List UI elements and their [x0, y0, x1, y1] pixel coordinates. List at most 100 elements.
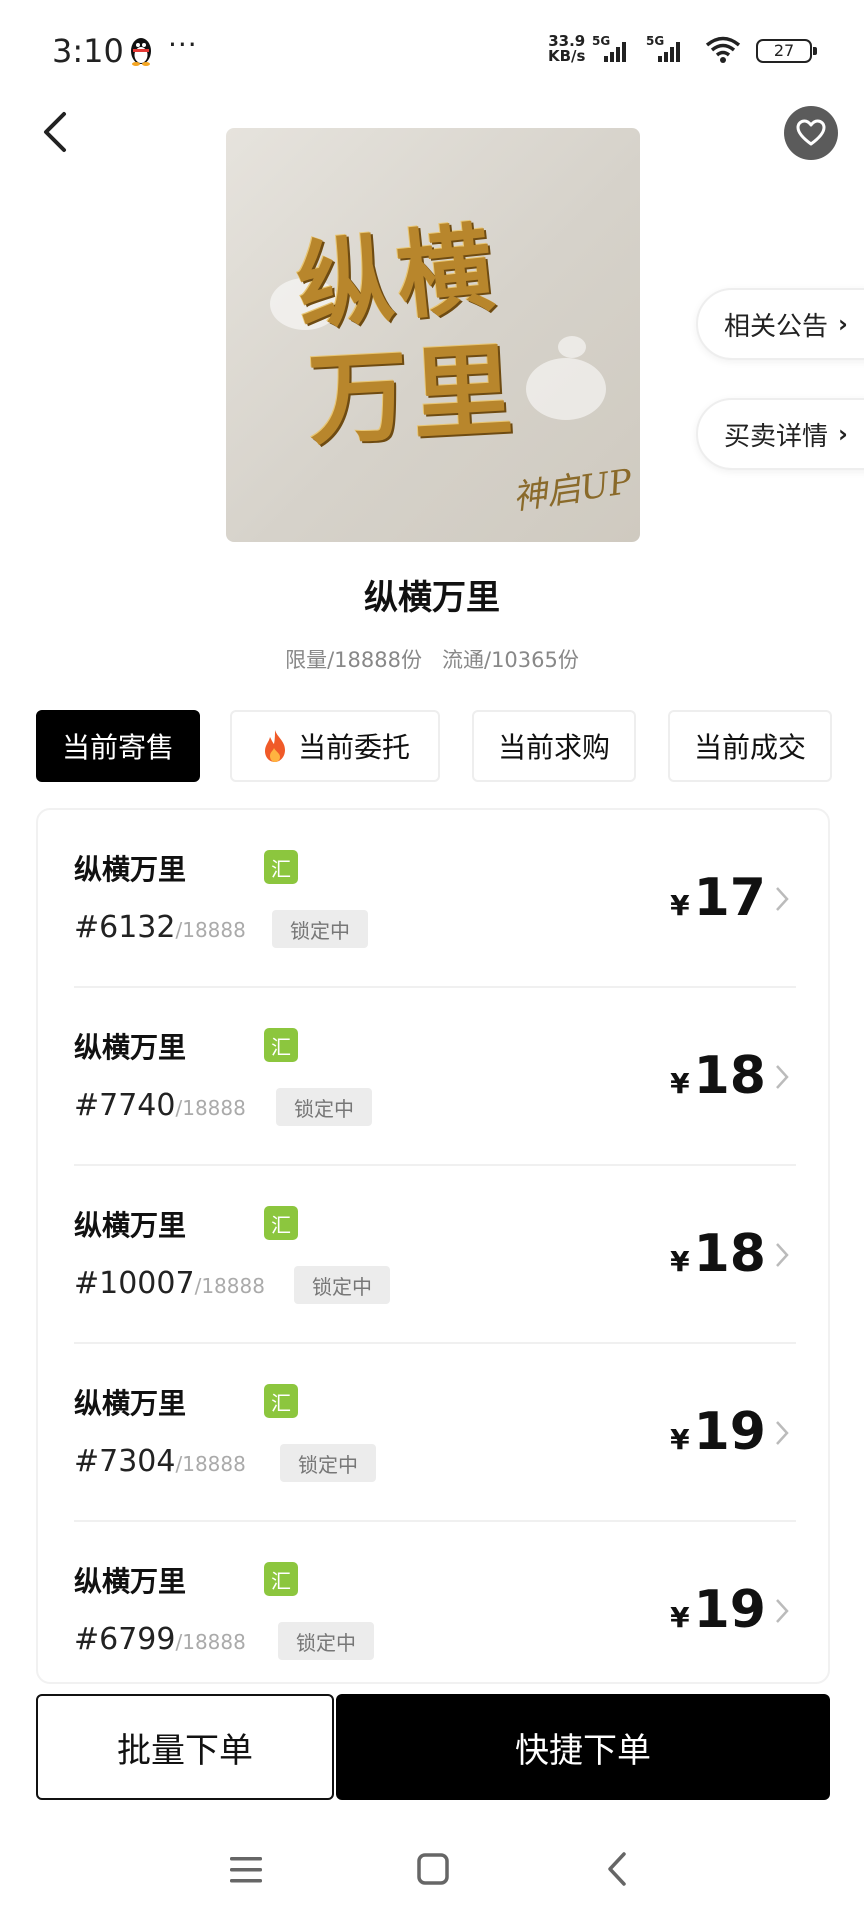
- listing-name: 纵横万里: [74, 1031, 187, 1064]
- listing-name: 纵横万里: [74, 1387, 187, 1420]
- network-type-label: 5G: [592, 34, 610, 48]
- system-nav-bar: [0, 1820, 864, 1920]
- favorite-button[interactable]: [784, 106, 838, 160]
- listing-row[interactable]: 纵横万里 汇 #7304/18888 锁定中 ¥19: [74, 1344, 796, 1522]
- hui-badge: 汇: [264, 1384, 298, 1418]
- listing-serial: #7740/18888: [74, 1088, 246, 1123]
- signal-icon: 5G: [646, 34, 680, 62]
- serial-total: /18888: [175, 1096, 246, 1120]
- network-speed: 33.9 KB/s: [548, 34, 585, 64]
- network-type-label: 5G: [646, 34, 664, 48]
- listing-list: 纵横万里 汇 #6132/18888 锁定中 ¥17 纵横万里 汇 #7740/…: [36, 808, 830, 1684]
- listing-row[interactable]: 纵横万里 汇 #6799/18888 锁定中 ¥19: [74, 1522, 796, 1682]
- currency-symbol: ¥: [670, 1423, 690, 1456]
- chevron-right-icon: [776, 1421, 789, 1445]
- serial-number: #10007: [74, 1266, 195, 1301]
- lock-status-badge: 锁定中: [272, 910, 368, 948]
- related-announcements-label: 相关公告: [724, 311, 829, 342]
- lock-status-badge: 锁定中: [280, 1444, 376, 1482]
- listing-price: ¥17: [670, 868, 766, 928]
- ink-splash-decoration: [526, 358, 606, 420]
- circulation-count: 流通/10365份: [442, 648, 579, 672]
- heart-icon: [796, 119, 826, 146]
- limit-count: 限量/18888份: [285, 648, 422, 672]
- listing-serial: #10007/18888: [74, 1266, 265, 1301]
- listing-name: 纵横万里: [74, 1209, 187, 1242]
- price-amount: 19: [693, 1402, 766, 1462]
- back-icon[interactable]: [604, 1850, 630, 1888]
- price-amount: 17: [693, 868, 766, 928]
- trade-details-button[interactable]: 买卖详情 ›: [696, 398, 864, 470]
- collection-cover-image: 纵横 万里 神启UP: [226, 128, 640, 542]
- tab-label: 当前委托: [297, 731, 410, 764]
- tab-label: 当前寄售: [61, 731, 174, 764]
- chevron-right-icon: ›: [838, 310, 848, 338]
- price-amount: 18: [693, 1224, 766, 1284]
- tab-current-bids[interactable]: 当前求购: [472, 710, 636, 782]
- market-tabs: 当前寄售 当前委托 当前求购 当前成交: [36, 710, 832, 782]
- wifi-icon: [705, 36, 741, 63]
- listing-serial: #6132/18888: [74, 910, 246, 945]
- chevron-right-icon: [776, 887, 789, 911]
- fire-icon: [264, 730, 285, 762]
- currency-symbol: ¥: [670, 1245, 690, 1278]
- status-more-dots: ···: [168, 28, 198, 61]
- listing-row[interactable]: 纵横万里 汇 #7740/18888 锁定中 ¥18: [74, 988, 796, 1166]
- chevron-right-icon: [776, 1065, 789, 1089]
- chevron-right-icon: ›: [838, 420, 848, 448]
- listing-row[interactable]: 纵横万里 汇 #6132/18888 锁定中 ¥17: [74, 810, 796, 988]
- hui-badge: 汇: [264, 1028, 298, 1062]
- price-amount: 19: [693, 1580, 766, 1640]
- listing-name: 纵横万里: [74, 1565, 187, 1598]
- cover-calligraphy-line2: 万里: [305, 330, 520, 460]
- hui-badge: 汇: [264, 850, 298, 884]
- ink-splash-decoration: [558, 336, 586, 358]
- tab-label: 当前成交: [693, 731, 806, 764]
- cover-artist-signature: 神启UP: [510, 461, 635, 519]
- related-announcements-button[interactable]: 相关公告 ›: [696, 288, 864, 360]
- listing-serial: #6799/18888: [74, 1622, 246, 1657]
- tab-current-listings[interactable]: 当前寄售: [36, 710, 200, 782]
- listing-serial: #7304/18888: [74, 1444, 246, 1479]
- signal-icon: 5G: [592, 34, 626, 62]
- listing-price: ¥19: [670, 1402, 766, 1462]
- serial-number: #7740: [74, 1088, 176, 1123]
- trade-details-label: 买卖详情: [724, 421, 829, 452]
- lock-status-badge: 锁定中: [278, 1622, 374, 1660]
- serial-number: #7304: [74, 1444, 176, 1479]
- home-icon[interactable]: [416, 1852, 450, 1886]
- price-amount: 18: [693, 1046, 766, 1106]
- hui-badge: 汇: [264, 1562, 298, 1596]
- qq-penguin-icon: [131, 38, 151, 66]
- listing-price: ¥18: [670, 1046, 766, 1106]
- currency-symbol: ¥: [670, 1067, 690, 1100]
- quick-order-button[interactable]: 快捷下单: [336, 1694, 830, 1800]
- status-bar: 3:10 ··· 33.9 KB/s 5G 5G 27: [0, 0, 864, 100]
- batch-order-button[interactable]: 批量下单: [36, 1694, 334, 1800]
- serial-total: /18888: [175, 1452, 246, 1476]
- serial-total: /18888: [175, 1630, 246, 1654]
- listing-name: 纵横万里: [74, 853, 187, 886]
- listing-price: ¥19: [670, 1580, 766, 1640]
- quick-order-label: 快捷下单: [515, 1730, 651, 1771]
- currency-symbol: ¥: [670, 1601, 690, 1634]
- tab-current-orders[interactable]: 当前委托: [230, 710, 440, 782]
- listing-price: ¥18: [670, 1224, 766, 1284]
- serial-total: /18888: [194, 1274, 265, 1298]
- battery-level: 27: [773, 41, 795, 60]
- serial-number: #6132: [74, 910, 176, 945]
- nft-market-page: 3:10 ··· 33.9 KB/s 5G 5G 27 纵横 万里 神启UP 相…: [0, 0, 864, 1920]
- chevron-right-icon: [776, 1599, 789, 1623]
- hui-badge: 汇: [264, 1206, 298, 1240]
- listing-row[interactable]: 纵横万里 汇 #10007/18888 锁定中 ¥18: [74, 1166, 796, 1344]
- battery-icon: 27: [756, 39, 817, 63]
- lock-status-badge: 锁定中: [294, 1266, 390, 1304]
- chevron-right-icon: [776, 1243, 789, 1267]
- network-speed-unit: KB/s: [548, 47, 586, 65]
- menu-icon[interactable]: [228, 1854, 264, 1886]
- lock-status-badge: 锁定中: [276, 1088, 372, 1126]
- tab-current-deals[interactable]: 当前成交: [668, 710, 832, 782]
- status-time: 3:10: [52, 32, 124, 70]
- back-arrow-icon[interactable]: [36, 108, 76, 156]
- collection-stats: 限量/18888份 流通/10365份: [0, 644, 864, 674]
